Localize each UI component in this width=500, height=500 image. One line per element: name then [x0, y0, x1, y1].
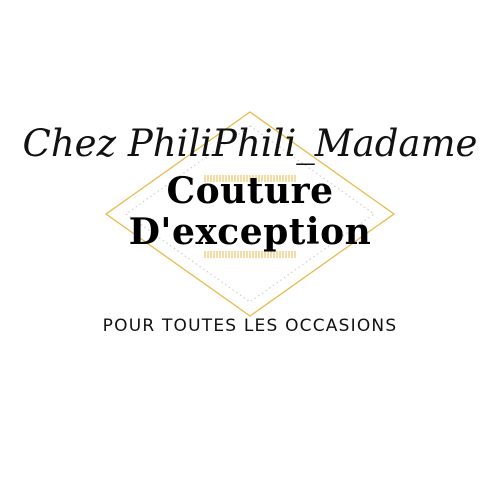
brand-script-name: Chez PhiliPhili_Madame [22, 122, 478, 165]
title-couture: Couture [166, 170, 334, 212]
title-dexception: D'exception [128, 211, 372, 253]
tagline: POUR TOUTES LES OCCASIONS [102, 316, 398, 336]
